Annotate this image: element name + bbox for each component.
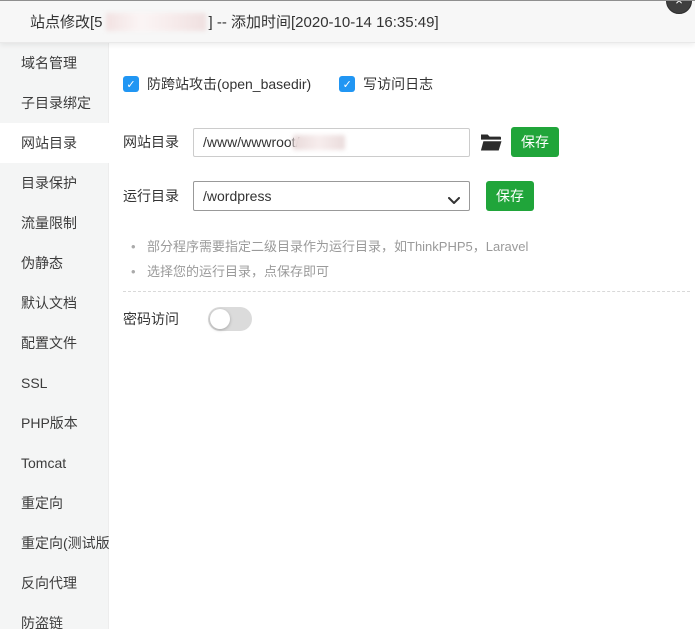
sidebar-item[interactable]: 重定向(测试版) — [0, 523, 114, 563]
checkbox-label: 写访问日志 — [363, 76, 434, 92]
sidebar-item-label: 重定向 — [21, 495, 63, 511]
checkbox-item[interactable]: ✓ 防跨站攻击(open_basedir) — [123, 74, 311, 94]
sidebar-item[interactable]: 子目录绑定 — [0, 83, 109, 123]
sidebar-item-label: 配置文件 — [21, 335, 77, 351]
checkbox-label: 防跨站攻击(open_basedir) — [147, 76, 312, 92]
site-dir-save-button[interactable]: 保存 — [511, 127, 559, 157]
sidebar-item[interactable]: 目录保护 — [0, 163, 109, 203]
note-item: 选择您的运行目录，点保存即可 — [123, 259, 695, 284]
sidebar-item[interactable]: Tomcat — [0, 443, 109, 483]
sidebar: 域名管理子目录绑定网站目录目录保护流量限制伪静态默认文档配置文件 SSL PHP版本… — [0, 43, 114, 629]
run-dir-row: 运行目录 /wordpress 保存 — [123, 181, 695, 211]
sidebar-item-label: 重定向(测试版) — [21, 535, 115, 551]
run-dir-notes: 部分程序需要指定二级目录作为运行目录，如ThinkPHP5，Laravel选择您… — [123, 234, 695, 284]
note-item: 部分程序需要指定二级目录作为运行目录，如ThinkPHP5，Laravel — [123, 234, 695, 259]
page-title-suffix: ] -- 添加时间[2020-10-14 16:35:49] — [208, 14, 439, 31]
sidebar-item-label: 反向代理 — [21, 575, 77, 591]
checkbox-row: ✓ 防跨站攻击(open_basedir) ✓ 写访问日志 — [123, 74, 695, 94]
password-access-label: 密码访问 — [123, 311, 179, 327]
sidebar-item[interactable]: 网站目录 — [0, 123, 109, 163]
sidebar-item[interactable]: 默认文档 — [0, 283, 109, 323]
sidebar-item-label: 域名管理 — [21, 55, 77, 71]
sidebar-item[interactable]: 流量限制 — [0, 203, 109, 243]
site-dir-label: 网站目录 — [123, 134, 179, 150]
sidebar-item[interactable]: 重定向 — [0, 483, 109, 523]
sidebar-item-label: 伪静态 — [21, 255, 63, 271]
sidebar-item-label: 默认文档 — [21, 295, 77, 311]
password-access-row: 密码访问 — [123, 307, 695, 331]
sidebar-item-label: 子目录绑定 — [21, 95, 91, 111]
run-dir-select[interactable]: /wordpress — [193, 181, 470, 211]
sidebar-item[interactable]: 配置文件 — [0, 323, 109, 363]
titlebar: 站点修改[5 ] -- 添加时间[2020-10-14 16:35:49] — [0, 1, 695, 43]
run-dir-label: 运行目录 — [123, 188, 179, 204]
sidebar-item[interactable]: 防盗链 — [0, 603, 109, 629]
redacted-site-name — [105, 12, 206, 31]
sidebar-item-label: 目录保护 — [21, 175, 77, 191]
sidebar-item[interactable]: PHP版本 — [0, 403, 109, 443]
sidebar-item-label: Tomcat — [21, 455, 67, 471]
sidebar-item[interactable]: 反向代理 — [0, 563, 109, 603]
dashed-divider — [123, 291, 690, 292]
sidebar-item[interactable]: SSL — [0, 363, 109, 403]
sidebar-item[interactable]: 伪静态 — [0, 243, 109, 283]
site-modify-dialog: 站点修改[5 ] -- 添加时间[2020-10-14 16:35:49] × 域… — [0, 0, 695, 629]
sidebar-item[interactable]: 域名管理 — [0, 43, 109, 83]
site-dir-row: 网站目录 保存 — [123, 127, 695, 157]
page-title-prefix: 站点修改[5 — [30, 14, 103, 31]
sidebar-item-label: 防盗链 — [21, 615, 63, 629]
open-folder-icon[interactable] — [480, 133, 502, 151]
sidebar-item-label: PHP版本 — [21, 415, 78, 431]
close-icon: × — [675, 0, 683, 8]
run-dir-save-button[interactable]: 保存 — [486, 181, 534, 211]
sidebar-item-label: 网站目录 — [21, 135, 77, 151]
run-dir-select-wrap: /wordpress — [193, 181, 470, 211]
dialog-body: 域名管理子目录绑定网站目录目录保护流量限制伪静态默认文档配置文件 SSL PHP版本… — [0, 43, 695, 629]
site-dir-input[interactable] — [193, 127, 470, 157]
site-dir-input-wrap — [193, 127, 470, 157]
page-title: 站点修改[5 ] -- 添加时间[2020-10-14 16:35:49] — [30, 11, 439, 32]
checkbox-checked-icon[interactable]: ✓ — [123, 76, 139, 92]
password-access-toggle[interactable] — [208, 307, 252, 331]
checkbox-checked-icon[interactable]: ✓ — [339, 76, 356, 92]
toggle-knob — [210, 309, 230, 329]
checkbox-item[interactable]: ✓ 写访问日志 — [339, 74, 433, 94]
sidebar-item-label: SSL — [21, 375, 48, 391]
sidebar-item-label: 流量限制 — [21, 215, 77, 231]
main-content: ✓ 防跨站攻击(open_basedir) ✓ 写访问日志 网站目录 保存 运行目录 — [109, 43, 695, 629]
